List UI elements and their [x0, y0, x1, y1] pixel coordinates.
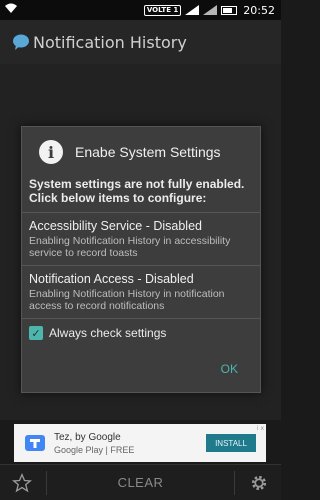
wifi-icon — [5, 3, 17, 13]
signal-icon — [185, 5, 200, 15]
speech-bubble-icon — [13, 34, 29, 50]
bar-divider — [46, 471, 47, 495]
item-description: Enabling Notification History in notific… — [29, 288, 225, 312]
notification-access-item[interactable]: Notification Access - Disabled Enabling … — [22, 266, 260, 318]
always-check-settings-row[interactable]: ✓ Always check settings — [22, 319, 260, 347]
ad-choices-icon[interactable]: i x — [257, 425, 264, 432]
tez-logo-icon — [25, 435, 45, 451]
always-check-checkbox[interactable]: ✓ — [29, 326, 43, 340]
item-description: Enabling Notification History in accessi… — [29, 235, 231, 259]
ad-banner[interactable]: Tez, by Google Google Play | FREE INSTAL… — [14, 424, 266, 462]
battery-icon — [221, 5, 238, 15]
info-icon: i — [39, 140, 63, 164]
status-bar: VOLTE 1 20:52 — [0, 0, 281, 20]
app-bar: Notification History — [0, 20, 281, 64]
ad-subtitle: Google Play | FREE — [54, 445, 134, 455]
accessibility-service-item[interactable]: Accessibility Service - Disabled Enablin… — [22, 213, 260, 265]
item-title: Notification Access - Disabled — [29, 272, 194, 286]
network-badge: VOLTE 1 — [143, 4, 182, 16]
gear-icon[interactable] — [249, 473, 269, 493]
dialog-message: System settings are not fully enabled. C… — [29, 177, 245, 205]
clock: 20:52 — [243, 3, 275, 17]
bottom-bar: CLEAR — [0, 464, 281, 500]
checkbox-label: Always check settings — [49, 326, 167, 340]
ad-app-name: Tez, by Google — [54, 431, 121, 443]
clear-button[interactable]: CLEAR — [118, 475, 164, 490]
ad-text: Tez, by Google Google Play | FREE — [54, 432, 134, 455]
item-title: Accessibility Service - Disabled — [29, 219, 202, 233]
ad-store: Google Play — [54, 444, 104, 455]
ok-button[interactable]: OK — [221, 362, 238, 376]
install-button[interactable]: INSTALL — [206, 434, 256, 452]
settings-dialog: i Enabe System Settings System settings … — [21, 126, 261, 393]
signal-icon-2 — [203, 5, 218, 15]
star-icon[interactable] — [12, 472, 32, 493]
page-title: Notification History — [33, 32, 187, 52]
bar-divider — [234, 471, 235, 495]
ad-price: FREE — [110, 444, 135, 455]
dialog-title: Enabe System Settings — [75, 144, 221, 160]
dialog-header: i Enabe System Settings — [22, 127, 260, 177]
